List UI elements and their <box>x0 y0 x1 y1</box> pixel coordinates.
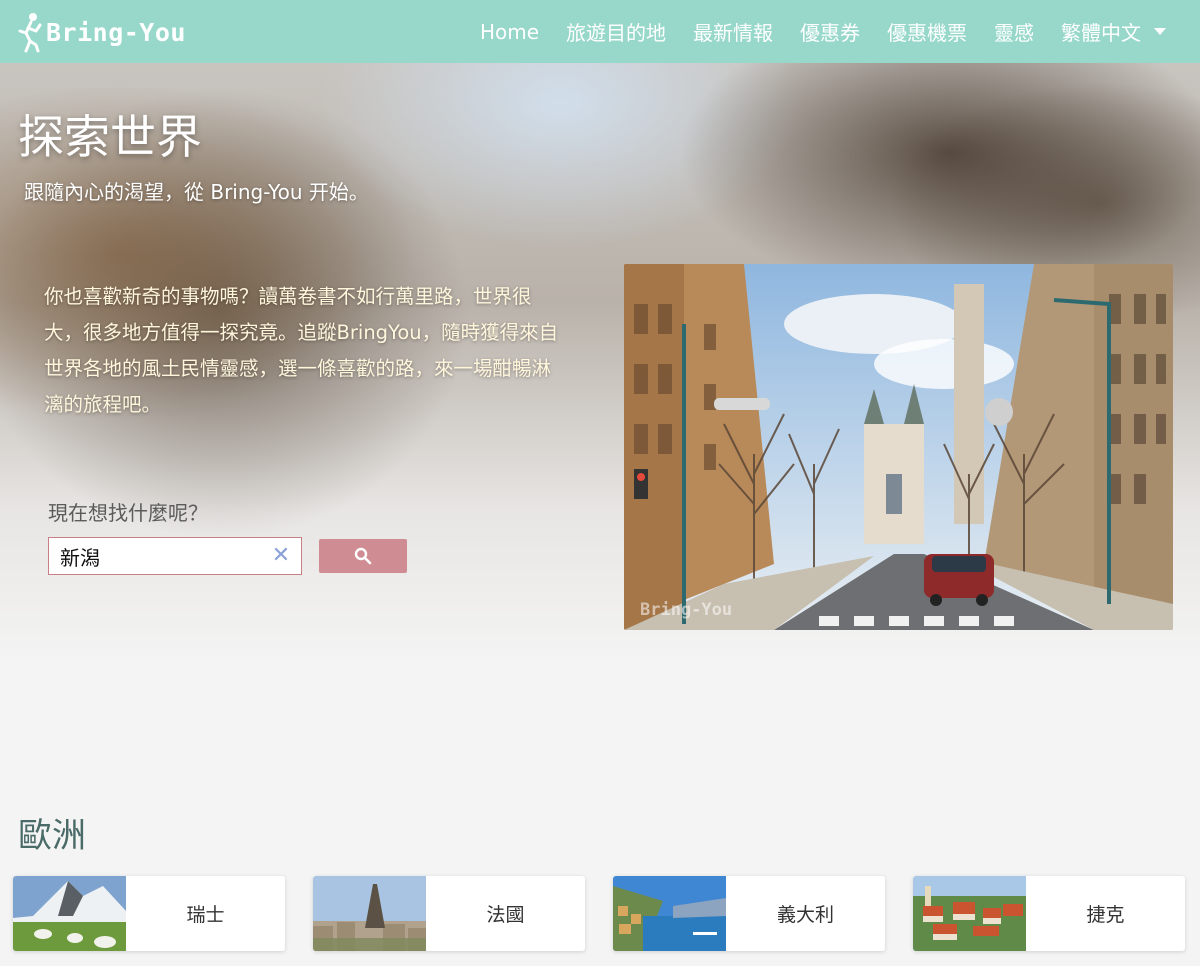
caret-down-icon <box>1154 28 1166 35</box>
search-label: 現在想找什麼呢？ <box>48 501 208 525</box>
destination-card-italy[interactable]: 義大利 <box>613 876 885 951</box>
nav-coupons[interactable]: 優惠券 <box>800 17 860 46</box>
hero-street-photo: Bring-You <box>624 264 1173 630</box>
destination-name: 法國 <box>486 904 525 926</box>
nav-latest-news[interactable]: 最新情報 <box>693 17 773 46</box>
destination-name: 瑞士 <box>186 904 225 926</box>
hero-section: 探索世界 跟隨內心的渴望，從 Bring-You 开始。 你也喜歡新奇的事物嗎？… <box>0 63 1200 663</box>
czech-old-town-thumb <box>913 876 1026 951</box>
nav-inspiration[interactable]: 靈感 <box>994 17 1034 46</box>
europe-destination-cards: 瑞士 法國 義大利 捷克 <box>13 876 1200 952</box>
language-dropdown[interactable]: 繁體中文 <box>1061 17 1166 46</box>
runner-logo-icon <box>18 13 42 53</box>
clear-icon[interactable]: ✕ <box>270 543 292 569</box>
europe-section-title: 歐洲 <box>18 816 86 856</box>
destination-name: 義大利 <box>776 904 834 926</box>
nav-flight-deals[interactable]: 優惠機票 <box>887 17 967 46</box>
search-input[interactable] <box>49 538 264 574</box>
hero-description: 你也喜歡新奇的事物嗎？讀萬卷書不如行萬里路，世界很大，很多地方值得一探究竟。追蹤… <box>44 285 559 416</box>
brand-logo[interactable]: Bring-You <box>16 10 186 54</box>
search-icon <box>354 547 372 565</box>
destination-name: 捷克 <box>1086 904 1125 926</box>
destination-card-switzerland[interactable]: 瑞士 <box>13 876 285 951</box>
search-button[interactable] <box>319 539 407 573</box>
top-navbar: Bring-You Home 旅遊目的地 最新情報 優惠券 優惠機票 靈感 繁體… <box>0 0 1200 63</box>
hero-subtitle: 跟隨內心的渴望，從 Bring-You 开始。 <box>24 180 369 204</box>
search-box: ✕ <box>48 537 302 575</box>
language-label: 繁體中文 <box>1061 21 1141 45</box>
nav-destinations[interactable]: 旅遊目的地 <box>566 17 666 46</box>
paris-eiffel-tower-thumb <box>313 876 426 951</box>
brand-name: Bring-You <box>46 17 186 47</box>
italy-coast-thumb <box>613 876 726 951</box>
swiss-mountain-sheep-thumb <box>13 876 126 951</box>
photo-watermark: Bring-You <box>640 600 733 620</box>
destination-card-france[interactable]: 法國 <box>313 876 585 951</box>
nav-menu: Home 旅遊目的地 最新情報 優惠券 優惠機票 靈感 繁體中文 <box>453 0 1166 63</box>
nav-home[interactable]: Home <box>480 20 539 44</box>
destination-card-czech[interactable]: 捷克 <box>913 876 1185 951</box>
hero-title: 探索世界 <box>18 110 202 164</box>
